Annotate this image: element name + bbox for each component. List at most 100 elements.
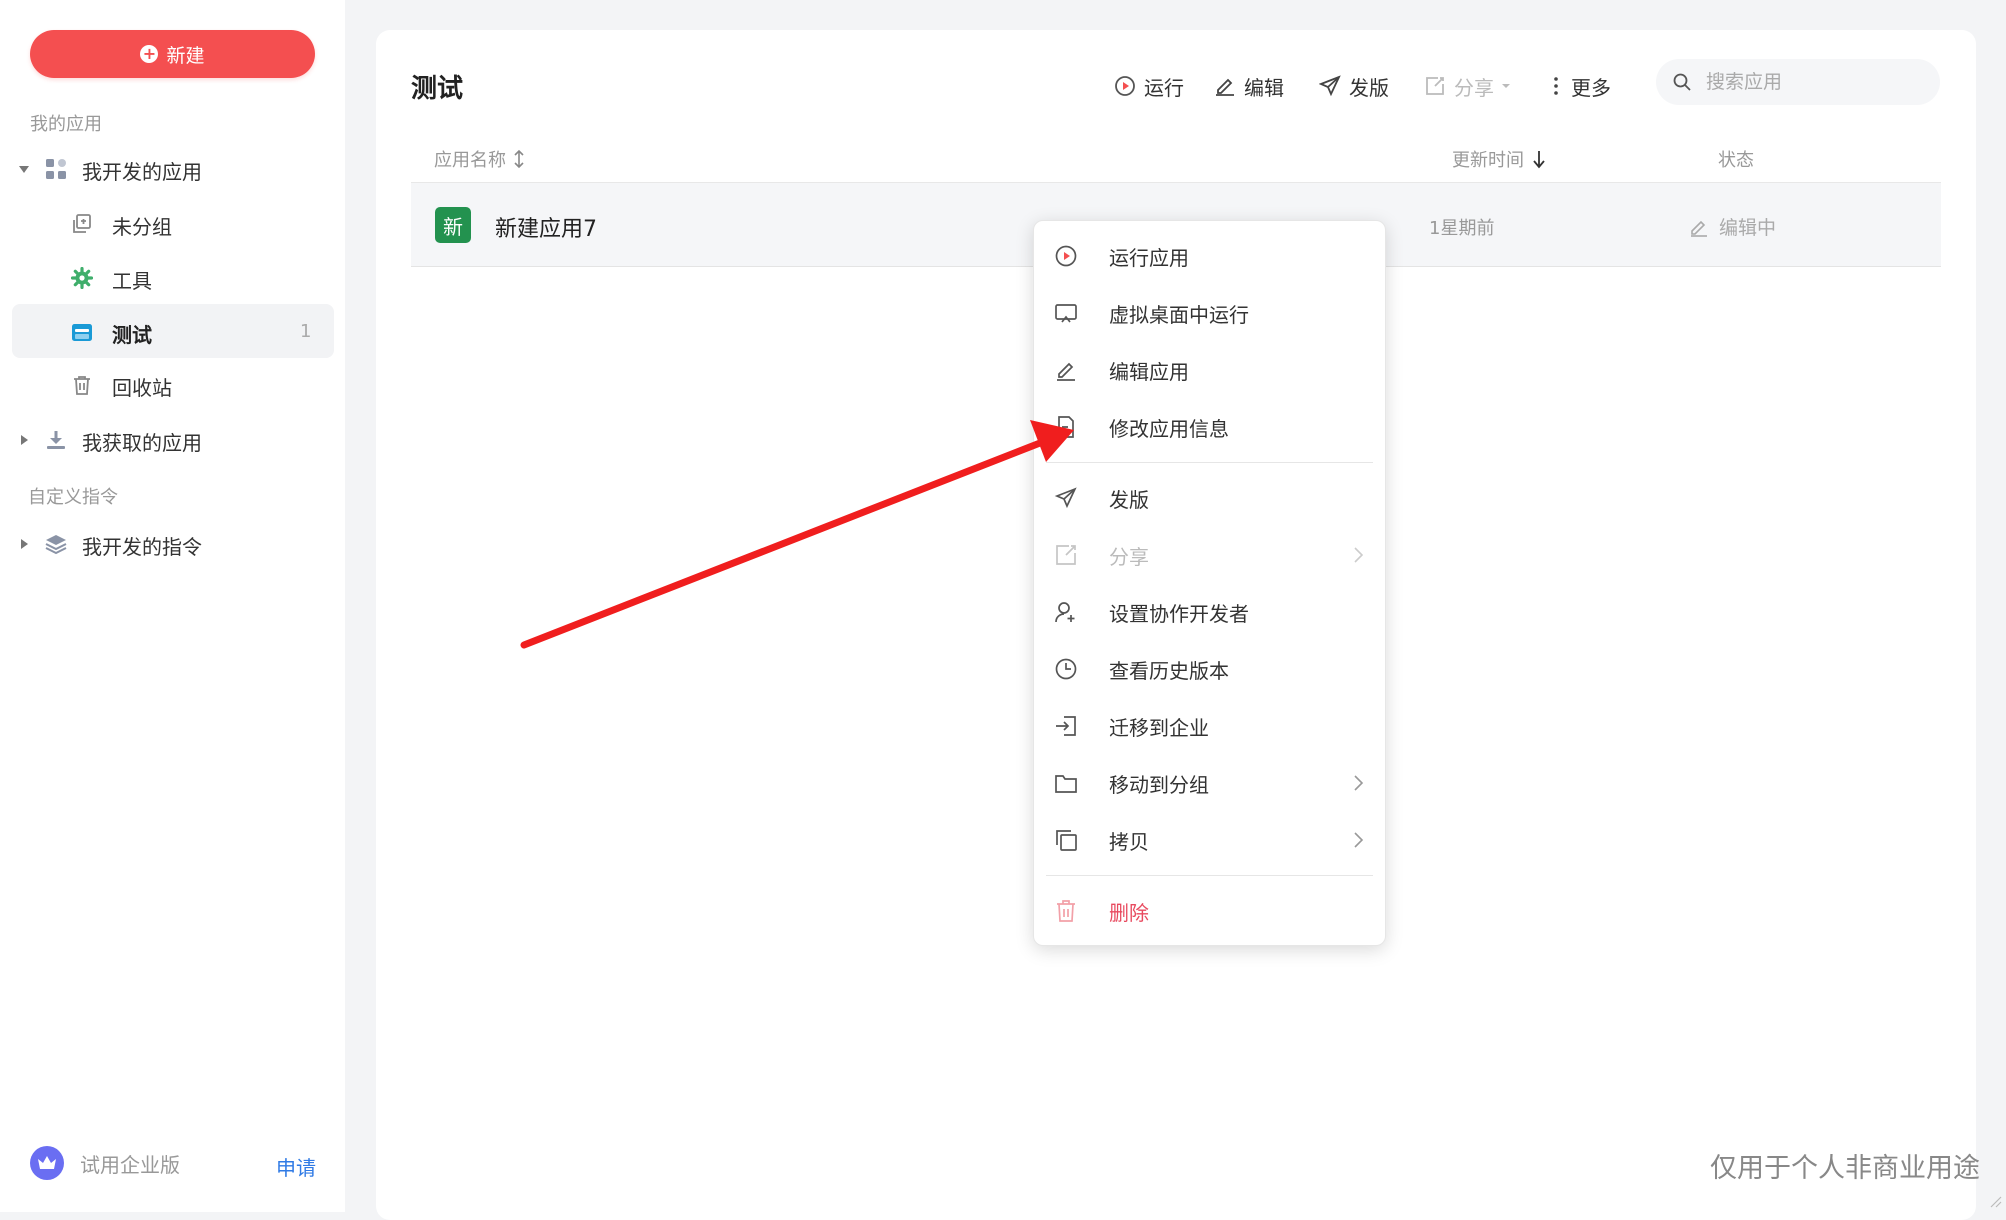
- share-icon: [1056, 545, 1076, 565]
- more-vertical-icon: [1554, 77, 1558, 95]
- group-item-ungrouped[interactable]: 未分组: [70, 197, 330, 251]
- column-header-app-name[interactable]: 应用名称: [434, 146, 526, 172]
- column-header-label: 状态: [1718, 150, 1754, 171]
- watermark-text: 仅用于个人非商业用途: [1710, 1153, 1980, 1184]
- more-label: 更多: [1571, 75, 1611, 100]
- tree-item-acquired-apps[interactable]: 我获取的应用: [18, 413, 338, 467]
- layers-icon: [44, 532, 68, 556]
- plus-circle-icon: +: [140, 45, 159, 63]
- group-label: 工具: [112, 269, 152, 293]
- app-status: 编辑中: [1689, 213, 1776, 240]
- folder-icon: [1055, 775, 1077, 793]
- pencil-icon: [1216, 78, 1234, 96]
- pencil-icon: [1691, 220, 1707, 237]
- column-header-updated[interactable]: 更新时间: [1452, 146, 1546, 172]
- menu-item-label: 运行应用: [1109, 245, 1189, 270]
- caret-right-icon[interactable]: [21, 539, 28, 549]
- download-icon: [44, 428, 68, 452]
- new-button[interactable]: + 新建: [30, 30, 315, 78]
- menu-item-migrate-enterprise[interactable]: 迁移到企业: [1034, 698, 1385, 754]
- menu-item-label: 设置协作开发者: [1109, 601, 1249, 626]
- menu-item-label: 编辑应用: [1109, 359, 1189, 384]
- menu-item-publish[interactable]: 发版: [1034, 470, 1385, 526]
- tree-item-developed-commands[interactable]: 我开发的指令: [18, 517, 338, 571]
- menu-item-move-to-group[interactable]: 移动到分组: [1034, 755, 1385, 811]
- folder-box-icon: [70, 320, 94, 344]
- edit-button[interactable]: 编辑: [1214, 70, 1284, 102]
- menu-item-label: 拷贝: [1109, 829, 1149, 854]
- clock-icon: [1055, 658, 1077, 680]
- menu-item-label: 虚拟桌面中运行: [1109, 302, 1249, 327]
- menu-item-modify-app-info[interactable]: 修改应用信息: [1034, 399, 1385, 455]
- menu-item-label: 分享: [1109, 544, 1149, 569]
- publish-label: 发版: [1349, 75, 1389, 100]
- pencil-icon: [1057, 362, 1075, 381]
- group-item-tools[interactable]: 工具: [70, 251, 330, 305]
- trash-icon: [70, 373, 94, 397]
- custom-commands-section-label: 自定义指令: [28, 487, 118, 508]
- page-title: 测试: [411, 74, 464, 104]
- publish-button[interactable]: 发版: [1319, 70, 1389, 102]
- more-button[interactable]: 更多: [1549, 70, 1611, 102]
- menu-item-label: 移动到分组: [1109, 772, 1209, 797]
- search-input[interactable]: [1704, 70, 1928, 94]
- menu-item-run-virtual-desktop[interactable]: 虚拟桌面中运行: [1034, 285, 1385, 341]
- ungrouped-icon: [70, 212, 94, 236]
- tree-item-label: 我开发的应用: [82, 160, 202, 184]
- new-button-label: 新建: [166, 44, 205, 67]
- run-button[interactable]: 运行: [1114, 70, 1184, 102]
- menu-item-label: 修改应用信息: [1109, 416, 1229, 441]
- app-icon: 新: [435, 207, 471, 243]
- caret-down-icon: [1502, 84, 1510, 88]
- apply-link[interactable]: 申请: [276, 1152, 316, 1181]
- sidebar: + 新建 我的应用 我开发的应用 未分组 工具 测试 1 回收站 我获取的应用 …: [0, 0, 345, 1212]
- menu-item-delete[interactable]: 删除: [1034, 883, 1385, 939]
- tree-item-label: 我获取的应用: [82, 431, 202, 455]
- chevron-right-icon: [1354, 832, 1364, 848]
- trash-icon: [1057, 900, 1075, 922]
- menu-item-set-collaborators[interactable]: 设置协作开发者: [1034, 584, 1385, 640]
- tree-item-developed-apps[interactable]: 我开发的应用: [18, 142, 338, 196]
- menu-item-share[interactable]: 分享: [1034, 527, 1385, 583]
- chevron-right-icon: [1354, 775, 1364, 791]
- share-icon: [1426, 77, 1444, 95]
- menu-item-history-versions[interactable]: 查看历史版本: [1034, 641, 1385, 697]
- crown-icon: [30, 1146, 64, 1180]
- menu-item-label: 删除: [1109, 900, 1149, 925]
- edit-label: 编辑: [1244, 75, 1284, 100]
- group-item-recycle-bin[interactable]: 回收站: [70, 358, 330, 412]
- chevron-right-icon: [1354, 547, 1364, 563]
- send-icon: [1319, 75, 1341, 97]
- run-label: 运行: [1144, 75, 1184, 100]
- copy-icon: [1056, 830, 1077, 851]
- trial-enterprise: 试用企业版: [30, 1146, 180, 1180]
- search-box[interactable]: [1656, 59, 1940, 105]
- menu-item-label: 查看历史版本: [1109, 658, 1229, 683]
- monitor-icon: [1055, 304, 1077, 323]
- share-dropdown[interactable]: 分享: [1424, 70, 1520, 102]
- group-item-test[interactable]: 测试: [70, 305, 330, 359]
- menu-item-label: 发版: [1109, 487, 1149, 512]
- my-apps-section-label: 我的应用: [30, 114, 102, 135]
- caret-down-icon[interactable]: [19, 166, 29, 173]
- group-label: 回收站: [112, 376, 172, 400]
- group-label: 测试: [112, 323, 152, 347]
- menu-divider: [1046, 875, 1373, 876]
- app-updated-time: 1星期前: [1429, 218, 1495, 239]
- caret-right-icon[interactable]: [21, 435, 28, 445]
- edit-doc-icon: [1058, 416, 1074, 438]
- tree-item-label: 我开发的指令: [82, 535, 202, 559]
- play-circle-icon: [1055, 245, 1077, 267]
- column-header-label: 更新时间: [1452, 150, 1524, 171]
- menu-item-run-app[interactable]: 运行应用: [1034, 228, 1385, 284]
- user-add-icon: [1055, 602, 1075, 623]
- group-count-badge: 1: [300, 321, 312, 342]
- menu-item-label: 迁移到企业: [1109, 715, 1209, 740]
- column-header-label: 应用名称: [434, 150, 506, 171]
- trial-label: 试用企业版: [80, 1152, 180, 1177]
- login-icon: [1056, 716, 1076, 736]
- resize-grip-icon[interactable]: [1986, 1192, 2002, 1208]
- menu-item-edit-app[interactable]: 编辑应用: [1034, 342, 1385, 398]
- apps-grid-icon: [44, 157, 68, 181]
- menu-item-copy[interactable]: 拷贝: [1034, 812, 1385, 868]
